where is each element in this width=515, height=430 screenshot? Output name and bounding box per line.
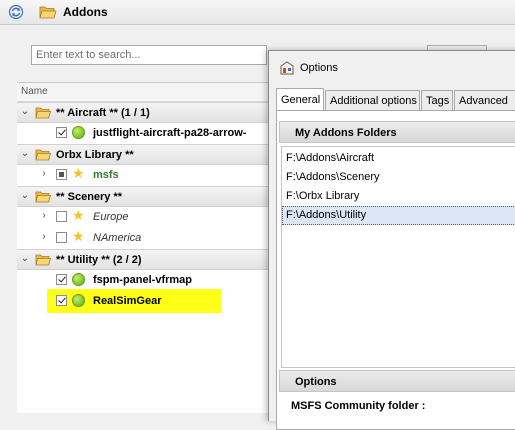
item-label: NAmerica (93, 232, 142, 244)
group-label: Orbx Library ** (56, 149, 134, 161)
chevron-down-icon[interactable]: ⌄ (20, 191, 30, 201)
community-folder-label: MSFS Community folder : (291, 400, 426, 412)
folder-open-icon (39, 6, 57, 19)
tree-item-justflight[interactable]: justflight-aircraft-pa28-arrow- (17, 123, 277, 144)
tree-item-msfs[interactable]: › ★ msfs (17, 165, 277, 186)
group-label: ** Scenery ** (56, 191, 123, 203)
item-label: RealSimGear (93, 295, 162, 307)
addons-tree: Name ⌄ ** Aircraft ** (1 / 1) justflight… (17, 82, 277, 413)
group-row-orbx-library[interactable]: ⌄ Orbx Library ** (17, 144, 277, 165)
refresh-icon[interactable] (8, 4, 24, 20)
item-checkbox[interactable] (56, 295, 67, 306)
folder-icon (35, 191, 51, 203)
folder-item-selected[interactable]: F:\Addons\Utility (282, 206, 515, 225)
group-row-scenery[interactable]: ⌄ ** Scenery ** (17, 186, 277, 207)
folder-item[interactable]: F:\Orbx Library (282, 187, 515, 206)
green-dot-icon (72, 126, 85, 139)
folder-icon (35, 254, 51, 266)
chevron-right-icon[interactable]: › (39, 211, 49, 221)
item-label: justflight-aircraft-pa28-arrow- (93, 127, 247, 139)
options-icon (280, 61, 294, 75)
chevron-down-icon[interactable]: ⌄ (20, 254, 30, 264)
addons-folders-header: My Addons Folders (279, 121, 515, 143)
item-checkbox[interactable] (56, 211, 67, 222)
section-title: Options (295, 376, 337, 388)
tree-item-europe[interactable]: › ★ Europe (17, 207, 277, 228)
group-label: ** Utility ** (2 / 2) (56, 254, 142, 266)
tree-item-fspm-panel-vfrmap[interactable]: fspm-panel-vfrmap (17, 270, 277, 291)
folder-icon (35, 149, 51, 161)
addons-toolbar: Addons (0, 0, 515, 25)
star-icon: ★ (72, 165, 85, 181)
tab-additional-options[interactable]: Additional options (325, 90, 420, 110)
green-dot-icon (72, 294, 85, 307)
tree-column-header[interactable]: Name (17, 83, 277, 102)
addons-folder-list[interactable]: F:\Addons\Aircraft F:\Addons\Scenery F:\… (281, 146, 515, 368)
item-label: msfs (93, 169, 119, 181)
folder-icon (35, 107, 51, 119)
folder-item[interactable]: F:\Addons\Scenery (282, 168, 515, 187)
group-row-aircraft[interactable]: ⌄ ** Aircraft ** (1 / 1) (17, 102, 277, 123)
column-name-label: Name (21, 86, 48, 97)
item-checkbox[interactable] (56, 127, 67, 138)
item-label: fspm-panel-vfrmap (93, 274, 193, 286)
item-checkbox[interactable] (56, 232, 67, 243)
item-checkbox[interactable] (56, 274, 67, 285)
tree-item-namerica[interactable]: › ★ NAmerica (17, 228, 277, 249)
options-dialog: Options General Additional options Tags … (268, 50, 515, 430)
folder-item[interactable]: F:\Addons\Aircraft (282, 149, 515, 168)
item-checkbox[interactable] (56, 169, 67, 180)
addons-title: Addons (63, 5, 108, 19)
section-title: My Addons Folders (295, 127, 397, 139)
green-dot-icon (72, 273, 85, 286)
star-icon: ★ (72, 228, 85, 244)
tree-item-realsimgear[interactable]: RealSimGear (17, 291, 277, 312)
group-label: ** Aircraft ** (1 / 1) (56, 107, 150, 119)
chevron-down-icon[interactable]: ⌄ (20, 107, 30, 117)
tab-general[interactable]: General (276, 88, 324, 111)
star-icon: ★ (72, 207, 85, 223)
dialog-title: Options (300, 62, 338, 74)
group-row-utility[interactable]: ⌄ ** Utility ** (2 / 2) (17, 249, 277, 270)
tab-tags[interactable]: Tags (421, 90, 453, 110)
chevron-down-icon[interactable]: ⌄ (20, 149, 30, 159)
options-section-header: Options (279, 370, 515, 392)
chevron-right-icon[interactable]: › (39, 169, 49, 179)
chevron-right-icon[interactable]: › (39, 232, 49, 242)
tab-advanced[interactable]: Advanced (454, 90, 515, 110)
search-input[interactable]: Enter text to search... (31, 45, 267, 65)
item-label: Europe (93, 211, 129, 223)
